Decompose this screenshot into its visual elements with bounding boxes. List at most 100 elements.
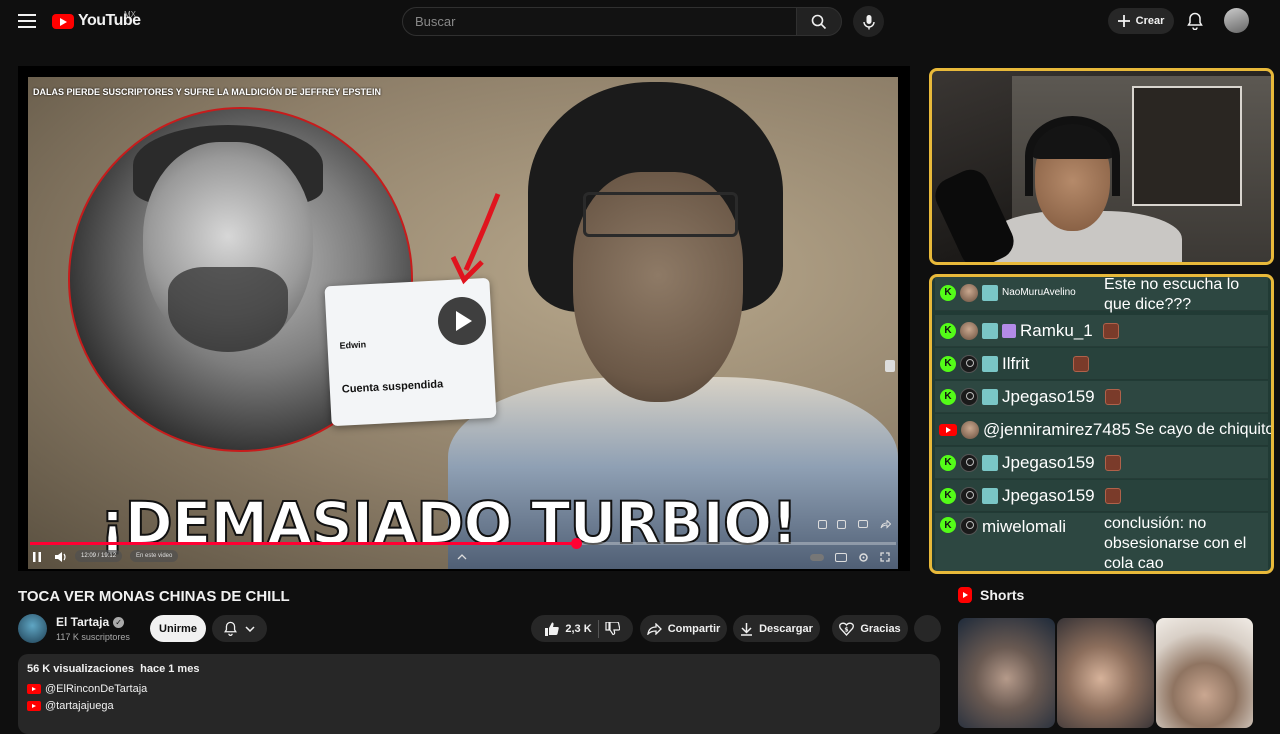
video-frame[interactable]: Edwin Cuenta suspendida DALAS PIERDE SUS… xyxy=(28,77,898,569)
subscriber-badge-icon xyxy=(982,487,998,504)
svg-text:$: $ xyxy=(845,626,849,633)
chat-message-text: Se cayo de chiquito xyxy=(1134,420,1274,438)
thanks-button[interactable]: $ Gracias xyxy=(832,615,908,642)
like-dislike-group: 2,3 K xyxy=(531,615,633,642)
kick-platform-icon: K xyxy=(940,388,956,405)
kick-platform-icon: K xyxy=(940,454,956,471)
share-icon xyxy=(646,622,662,635)
download-label: Descargar xyxy=(759,622,813,635)
settings-gear-icon[interactable] xyxy=(856,550,870,564)
user-avatar xyxy=(960,283,978,302)
divider xyxy=(597,619,599,638)
thumbs-down-icon[interactable] xyxy=(605,621,620,636)
account-avatar[interactable] xyxy=(1224,8,1249,33)
user-avatar-icon xyxy=(960,387,978,406)
emote-icon xyxy=(1104,454,1121,471)
verified-check-icon: ✓ xyxy=(113,616,125,628)
subscription-bell-button[interactable] xyxy=(212,615,267,642)
channel-name[interactable]: El Tartaja xyxy=(56,615,109,629)
chat-username: Jpegaso159 xyxy=(1002,485,1095,505)
pause-icon[interactable] xyxy=(30,550,44,564)
kick-platform-icon: K xyxy=(940,517,956,533)
chat-username: Jpegaso159 xyxy=(1002,386,1095,406)
notifications-button[interactable] xyxy=(1184,10,1206,32)
short-thumbnail[interactable] xyxy=(1156,618,1253,728)
chevron-down-icon xyxy=(245,625,255,632)
chat-message: K Jpegaso159 xyxy=(935,480,1268,512)
like-overlay-icon[interactable] xyxy=(815,517,829,531)
channel-name-row[interactable]: El Tartaja ✓ xyxy=(56,615,125,629)
chapter-button[interactable]: En este video xyxy=(130,550,179,562)
webcam-overlay xyxy=(929,68,1274,265)
download-button[interactable]: Descargar xyxy=(733,615,820,642)
plus-icon xyxy=(1117,15,1130,27)
dislike-overlay-icon[interactable] xyxy=(834,517,848,531)
time-display: 12:09 / 19:12 xyxy=(75,550,123,562)
like-count[interactable]: 2,3 K xyxy=(565,623,591,635)
headphones-icon xyxy=(1025,116,1120,196)
gifter-badge-icon xyxy=(1002,323,1016,338)
shorts-heading: Shorts xyxy=(958,587,1024,603)
chat-message: K Ilfrit xyxy=(935,348,1268,380)
youtube-icon xyxy=(27,684,41,694)
channel-avatar[interactable] xyxy=(18,614,47,643)
chat-overlay: K NaoMuruAvelino Este no escucha lo que … xyxy=(929,274,1274,574)
subscriber-badge-icon xyxy=(982,454,998,471)
user-avatar-icon xyxy=(960,486,978,505)
kick-platform-icon: K xyxy=(940,355,956,372)
voice-search-button[interactable] xyxy=(853,6,884,37)
thumbs-up-icon[interactable] xyxy=(544,622,560,636)
progress-scrubber[interactable] xyxy=(570,538,582,549)
chat-message-line: obsesionarse con el xyxy=(1104,535,1247,552)
chat-username: Jpegaso159 xyxy=(1002,452,1095,472)
hamburger-menu-icon[interactable] xyxy=(16,11,38,31)
autoplay-toggle-icon[interactable] xyxy=(810,550,824,564)
shorts-logo-icon xyxy=(958,587,972,603)
chat-message-text: Este no escucha lo que dice??? xyxy=(1104,276,1240,313)
channel-link-text[interactable]: @tartajajuega xyxy=(45,700,114,712)
super-thanks-icon: $ xyxy=(839,622,855,636)
fullscreen-icon[interactable] xyxy=(878,550,892,564)
user-avatar-icon xyxy=(960,453,978,472)
thumbnail-beard xyxy=(168,267,288,352)
play-button[interactable] xyxy=(438,297,486,345)
thumbnail-glasses xyxy=(583,192,738,237)
more-actions-button[interactable] xyxy=(914,615,941,642)
search-button[interactable] xyxy=(796,7,842,36)
thanks-label: Gracias xyxy=(860,622,901,635)
search-input[interactable] xyxy=(403,8,796,35)
channel-link-text[interactable]: @ElRinconDeTartaja xyxy=(45,683,147,695)
emote-icon xyxy=(1104,487,1121,504)
cam-microphone xyxy=(932,163,1020,262)
upload-date: hace 1 mes xyxy=(140,663,200,675)
subscriber-badge-icon xyxy=(982,388,998,405)
chat-message-line: cola cao xyxy=(1104,555,1164,572)
share-overlay-icon[interactable] xyxy=(878,517,892,531)
chevron-up-icon[interactable] xyxy=(455,550,469,564)
join-button[interactable]: Unirme xyxy=(150,615,206,642)
top-bar: YouTube MX Crear xyxy=(0,0,1280,42)
bell-icon xyxy=(1187,12,1203,30)
chat-message: K Jpegaso159 xyxy=(935,381,1268,413)
subscriber-badge-icon xyxy=(982,322,998,339)
video-overlay-title: DALAS PIERDE SUSCRIPTORES Y SUFRE LA MAL… xyxy=(33,87,382,97)
chat-message: K Ramku_1 xyxy=(935,315,1268,347)
description-link[interactable]: @tartajajuega xyxy=(27,700,931,712)
share-button[interactable]: Compartir xyxy=(640,615,727,642)
short-thumbnail[interactable] xyxy=(1057,618,1154,728)
comment-overlay-icon[interactable] xyxy=(856,517,870,531)
youtube-icon xyxy=(27,701,41,711)
description-box[interactable]: 56 K visualizaciones hace 1 mes @ElRinco… xyxy=(18,654,940,734)
volume-icon[interactable] xyxy=(54,550,68,564)
create-button[interactable]: Crear xyxy=(1108,8,1174,34)
lock-icon xyxy=(885,360,895,372)
user-avatar xyxy=(960,321,978,340)
shorts-title: Shorts xyxy=(980,587,1025,603)
kick-platform-icon: K xyxy=(940,487,956,504)
chat-message: K Jpegaso159 xyxy=(935,447,1268,479)
short-thumbnail[interactable] xyxy=(958,618,1055,728)
subtitles-icon[interactable] xyxy=(834,550,848,564)
chat-message-line: conclusión: no xyxy=(1104,515,1207,532)
video-title: TOCA VER MONAS CHINAS DE CHILL xyxy=(18,588,290,605)
description-link[interactable]: @ElRinconDeTartaja xyxy=(27,683,931,695)
